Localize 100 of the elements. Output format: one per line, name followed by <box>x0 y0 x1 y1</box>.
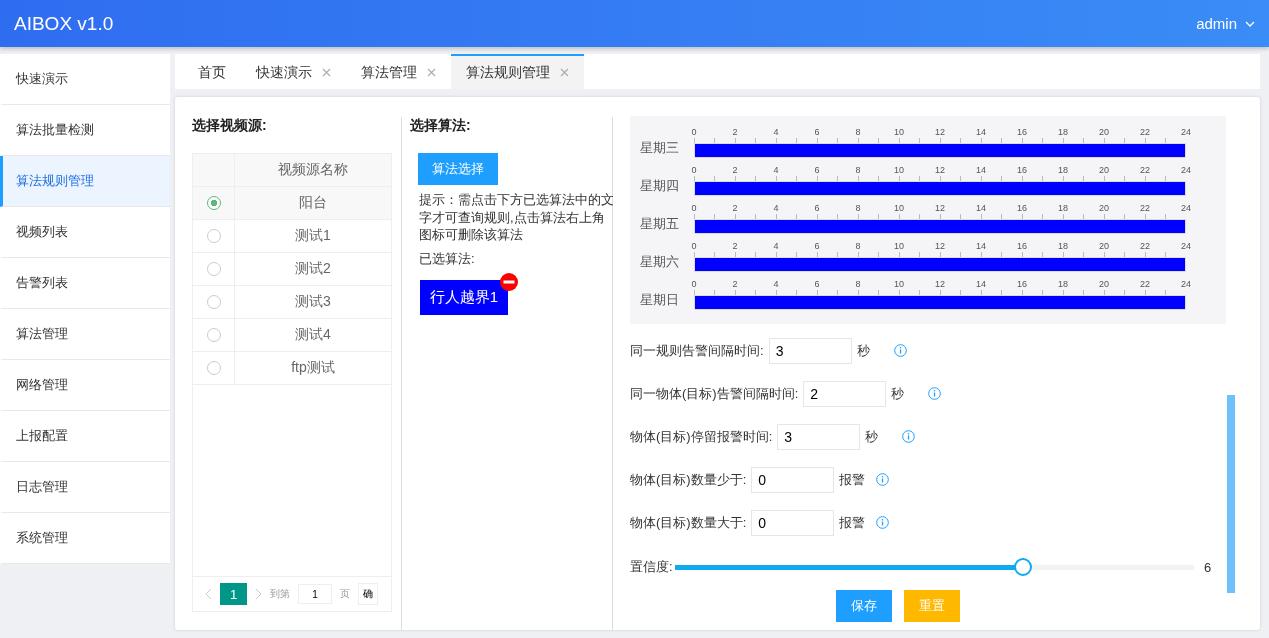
hour-tick-label: 18 <box>1058 203 1068 213</box>
hour-tick-label: 10 <box>894 127 904 137</box>
hour-tick-label: 2 <box>732 127 738 137</box>
hour-tick-label: 20 <box>1099 127 1109 137</box>
scrollbar[interactable] <box>1227 395 1235 593</box>
tab[interactable]: 算法管理 <box>346 54 451 89</box>
field-label: 同一物体(目标)告警间隔时间: <box>630 384 799 403</box>
hour-tick-label: 22 <box>1140 279 1150 289</box>
info-icon[interactable] <box>876 516 890 529</box>
hour-tick-label: 22 <box>1140 165 1150 175</box>
hour-tick-label: 14 <box>976 203 986 213</box>
close-icon[interactable] <box>560 68 569 77</box>
input-field[interactable]: 0 <box>751 466 835 493</box>
input-field[interactable]: 2 <box>803 380 887 407</box>
hour-tick-label: 18 <box>1058 127 1068 137</box>
info-icon[interactable] <box>928 387 942 400</box>
slider-thumb[interactable] <box>1013 558 1032 576</box>
tab[interactable]: 算法规则管理 <box>451 54 584 89</box>
radio-button[interactable] <box>206 295 221 309</box>
hour-tick-label: 18 <box>1058 279 1068 289</box>
unit-label: 秒 <box>865 427 880 446</box>
hour-tick-label: 24 <box>1181 279 1191 289</box>
caret-icon <box>1245 20 1255 27</box>
day-label: 星期三 <box>640 139 680 157</box>
input-field[interactable]: 3 <box>768 337 852 364</box>
unit-label: 报警 <box>839 513 867 532</box>
hour-tick-label: 4 <box>773 241 779 251</box>
hour-tick-label: 20 <box>1099 241 1109 251</box>
hour-tick-label: 0 <box>691 127 697 137</box>
unit-label: 秒 <box>856 341 871 360</box>
hour-tick-label: 12 <box>935 279 945 289</box>
schedule-bar[interactable] <box>695 144 1185 157</box>
radio-button[interactable] <box>206 328 221 342</box>
hour-tick-label: 20 <box>1099 203 1109 213</box>
unit-label: 秒 <box>891 384 906 403</box>
schedule-bar[interactable] <box>695 182 1185 195</box>
hour-tick-label: 14 <box>976 165 986 175</box>
radio-button[interactable] <box>206 262 221 276</box>
hint-text: 提示：需点击下方已选算法中的文字才可查询规则,点击算法右上角图标可删除该算法 <box>419 191 614 244</box>
tab[interactable]: 快速演示 <box>241 54 346 89</box>
next-page-icon[interactable] <box>255 588 262 600</box>
hour-tick-label: 24 <box>1181 127 1191 137</box>
info-icon[interactable] <box>902 430 916 443</box>
hour-tick-label: 8 <box>855 127 861 137</box>
hour-tick-label: 8 <box>855 165 861 175</box>
info-icon[interactable] <box>893 344 907 357</box>
current-page[interactable]: 1 <box>220 583 247 605</box>
hour-tick-label: 10 <box>894 165 904 175</box>
hour-tick-label: 0 <box>691 241 697 251</box>
radio-button[interactable] <box>206 361 221 375</box>
previous-page-icon[interactable] <box>205 588 212 600</box>
hour-tick-label: 16 <box>1017 203 1027 213</box>
hour-tick-label: 16 <box>1017 165 1027 175</box>
tab[interactable]: 首页 <box>183 54 241 89</box>
hour-tick-label: 6 <box>814 127 820 137</box>
hour-tick-label: 6 <box>814 203 820 213</box>
hour-tick-label: 0 <box>691 279 697 289</box>
selected-label: 已选算法: <box>419 249 476 268</box>
algorithm-tag[interactable]: 行人越界1 <box>420 279 508 315</box>
section-title: 选择视频源: <box>192 117 268 135</box>
hour-tick-label: 18 <box>1058 165 1068 175</box>
day-label: 星期日 <box>640 291 680 309</box>
column-header: 视频源名称 <box>277 160 349 179</box>
hour-tick-label: 10 <box>894 279 904 289</box>
hour-tick-label: 4 <box>773 165 779 175</box>
hour-tick-label: 2 <box>732 165 738 175</box>
radio-button[interactable] <box>206 196 221 210</box>
hour-tick-label: 8 <box>855 241 861 251</box>
close-icon[interactable] <box>427 68 436 77</box>
info-icon[interactable] <box>876 473 890 486</box>
hour-tick-label: 2 <box>732 279 738 289</box>
hour-tick-label: 24 <box>1181 241 1191 251</box>
hour-tick-label: 10 <box>894 203 904 213</box>
hour-tick-label: 12 <box>935 203 945 213</box>
input-field[interactable]: 0 <box>751 509 835 536</box>
schedule-bar[interactable] <box>695 220 1185 233</box>
close-icon[interactable] <box>322 68 331 77</box>
hour-tick-label: 2 <box>732 241 738 251</box>
schedule-bar[interactable] <box>695 258 1185 271</box>
hour-tick-label: 0 <box>691 165 697 175</box>
hour-tick-label: 6 <box>814 279 820 289</box>
schedule-bar[interactable] <box>695 296 1185 309</box>
table-cell-text: ftp测试 <box>290 358 336 377</box>
confirm-button[interactable]: 确 <box>358 583 378 605</box>
page-input[interactable]: 1 <box>298 584 332 604</box>
hour-tick-label: 22 <box>1140 203 1150 213</box>
hour-tick-label: 0 <box>691 203 697 213</box>
hour-tick-label: 8 <box>855 203 861 213</box>
hour-tick-label: 6 <box>814 241 820 251</box>
table-cell-text: 阳台 <box>298 193 328 212</box>
radio-button[interactable] <box>206 229 221 243</box>
table-cell-text: 测试1 <box>294 226 332 245</box>
field-label: 置信度: <box>630 558 673 576</box>
hour-tick-label: 20 <box>1099 165 1109 175</box>
input-field[interactable]: 3 <box>777 423 861 450</box>
hour-tick-label: 4 <box>773 279 779 289</box>
unit-label: 报警 <box>839 470 867 489</box>
day-label: 星期六 <box>640 253 680 271</box>
remove-icon[interactable] <box>500 272 518 291</box>
sidebar-item[interactable]: 算法规则管理 <box>0 156 170 207</box>
